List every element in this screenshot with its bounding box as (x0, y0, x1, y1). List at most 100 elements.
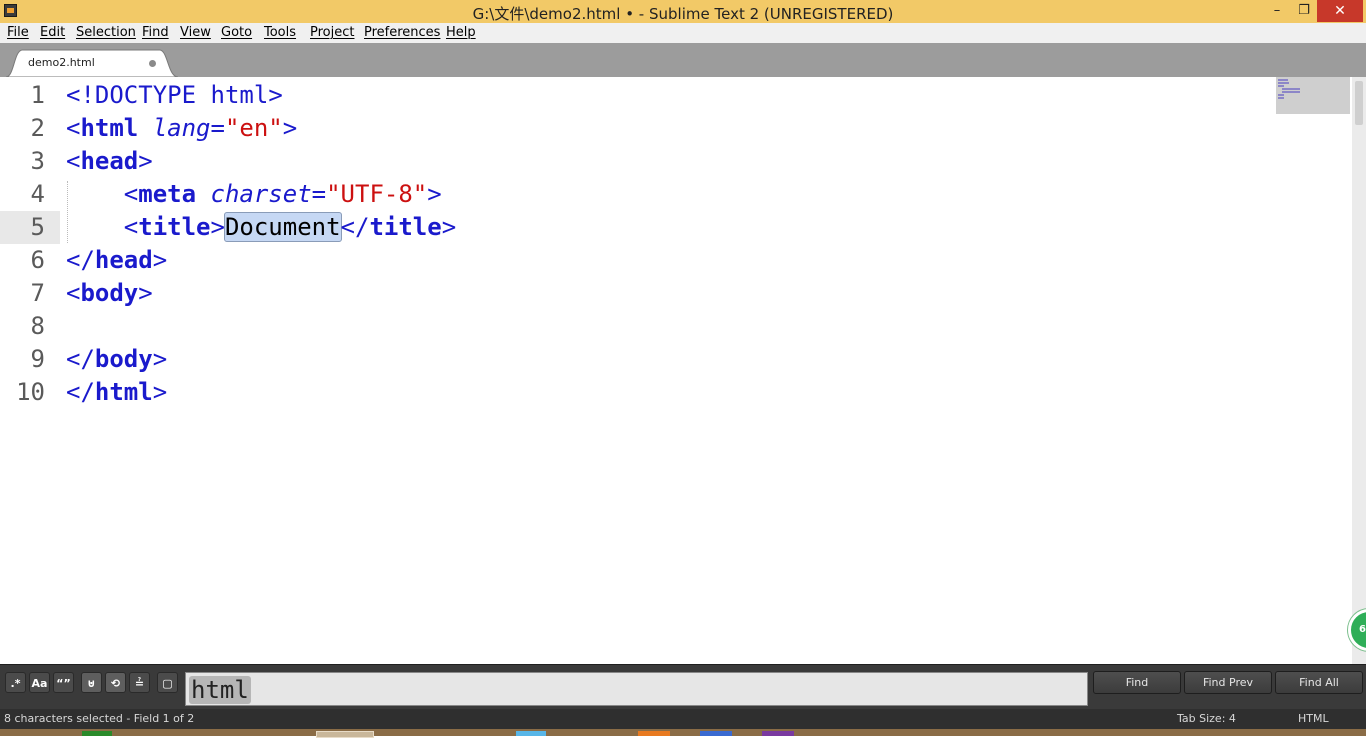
attribute-equals: = (311, 180, 327, 208)
tag-bracket: > (138, 147, 153, 175)
windows-taskbar (0, 729, 1366, 738)
tag-name: title (138, 213, 211, 241)
line-number: 5 (30, 213, 45, 241)
tag-name: head (80, 147, 139, 175)
menu-tools[interactable]: Tools (264, 25, 296, 40)
tag-bracket: > (152, 345, 168, 373)
doctype-keyword: DOCTYPE (94, 81, 197, 109)
menu-help[interactable]: Help (446, 25, 476, 40)
fps-badge[interactable]: 60 (1348, 609, 1366, 651)
code-line-7: <body> (66, 279, 153, 307)
whole-word-toggle[interactable]: “” (53, 672, 74, 693)
menu-selection[interactable]: Selection (76, 25, 136, 40)
tag-name: meta (138, 180, 197, 208)
find-query: html (189, 676, 251, 704)
line-number: 6 (30, 246, 45, 274)
syntax-indicator[interactable]: HTML (1298, 712, 1329, 725)
maximize-button[interactable]: ❐ (1291, 0, 1317, 22)
tag-name: title (369, 213, 442, 241)
code-line-3: <head> (66, 147, 153, 175)
tag-bracket: > (268, 81, 283, 109)
taskbar-app-icon[interactable] (316, 731, 374, 738)
menu-project[interactable]: Project (310, 25, 354, 40)
menu-goto[interactable]: Goto (221, 25, 252, 40)
menu-view[interactable]: View (180, 25, 211, 40)
tag-name: body (80, 279, 139, 307)
taskbar-app-icon[interactable] (700, 731, 732, 736)
line-number: 1 (30, 81, 45, 109)
tag-bracket: > (210, 213, 225, 241)
menu-preferences[interactable]: Preferences (364, 25, 440, 40)
close-button[interactable]: ✕ (1317, 0, 1363, 22)
tag-name: html (94, 378, 153, 406)
taskbar-app-icon[interactable] (82, 731, 112, 736)
menu-file[interactable]: File (7, 25, 29, 40)
tag-bracket: </ (66, 345, 95, 373)
tag-bracket: > (152, 378, 168, 406)
code-editor[interactable]: 1 2 3 4 5 6 7 8 9 10 <!DOCTYPE html> <ht… (0, 77, 1366, 664)
tag-bracket: </ (340, 213, 370, 241)
doctype-value: html (196, 81, 269, 109)
taskbar-app-icon[interactable] (516, 731, 546, 736)
line-number: 3 (30, 147, 45, 175)
tag-bracket: > (138, 279, 153, 307)
taskbar-app-icon[interactable] (762, 731, 794, 736)
wrap-icon[interactable]: ⊍ (81, 672, 102, 693)
minimap-line (1278, 97, 1284, 99)
vertical-scrollbar[interactable] (1352, 77, 1366, 664)
tag-name: head (94, 246, 153, 274)
tag-bracket: </ (66, 246, 95, 274)
scrollbar-thumb[interactable] (1355, 81, 1363, 125)
tab-strip: demo2.html (0, 43, 1366, 77)
find-panel: .* Aa “” ⊍ ⟲ ≟ ▢ html Find Find Prev Fin… (0, 664, 1366, 709)
menu-edit[interactable]: Edit (40, 25, 65, 40)
line-number: 10 (16, 378, 45, 406)
minimap-line (1282, 91, 1300, 93)
selected-text[interactable]: Document (223, 212, 342, 242)
line-number: 7 (30, 279, 45, 307)
tag-bracket: > (282, 114, 298, 142)
find-prev-button[interactable]: Find Prev (1184, 671, 1272, 694)
code-line-5: <title>Document</title> (66, 212, 457, 242)
highlight-matches-icon[interactable]: ≟ (129, 672, 150, 693)
regex-toggle[interactable]: .* (5, 672, 26, 693)
title-bar: G:\文件\demo2.html • - Sublime Text 2 (UNR… (0, 0, 1366, 23)
minimap-line (1278, 82, 1289, 84)
minimap-line (1278, 85, 1284, 87)
code-line-9: </body> (66, 345, 167, 373)
in-selection-icon[interactable]: ⟲ (105, 672, 126, 693)
line-number: 2 (30, 114, 45, 142)
selection-status: 8 characters selected - Field 1 of 2 (4, 712, 195, 725)
tab-demo2-html[interactable]: demo2.html (6, 49, 178, 77)
unsaved-dot-icon[interactable] (149, 60, 156, 67)
case-sensitive-toggle[interactable]: Aa (29, 672, 50, 693)
code-line-10: </html> (66, 378, 167, 406)
tag-bracket: < (66, 279, 81, 307)
minimap-line (1282, 88, 1300, 90)
tag-bracket: < (66, 147, 81, 175)
code-line-6: </head> (66, 246, 167, 274)
tag-name: body (94, 345, 153, 373)
menu-find[interactable]: Find (142, 25, 169, 40)
attribute-name: charset (210, 180, 312, 208)
tag-bracket: < (66, 114, 81, 142)
tag-bracket: </ (66, 378, 95, 406)
find-input[interactable]: html (185, 672, 1088, 706)
minimize-button[interactable]: – (1264, 0, 1290, 22)
tab-label: demo2.html (28, 56, 95, 69)
minimap[interactable] (1276, 77, 1350, 114)
find-button[interactable]: Find (1093, 671, 1181, 694)
code-line-2: <html lang="en"> (66, 114, 297, 142)
tag-bracket: <! (66, 81, 95, 109)
code-line-4: <meta charset="UTF-8"> (66, 180, 442, 208)
tag-bracket: > (441, 213, 457, 241)
tag-bracket: > (152, 246, 168, 274)
tag-name: html (80, 114, 139, 142)
taskbar-app-icon[interactable] (638, 731, 670, 736)
attribute-equals: = (210, 114, 225, 142)
find-all-button[interactable]: Find All (1275, 671, 1363, 694)
tab-size-indicator[interactable]: Tab Size: 4 (1177, 712, 1236, 725)
show-context-icon[interactable]: ▢ (157, 672, 178, 693)
